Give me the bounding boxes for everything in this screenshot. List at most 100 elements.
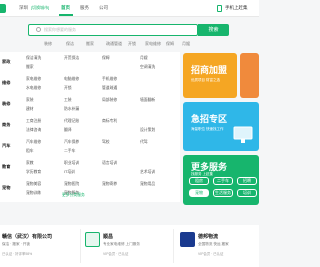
- service-pill[interactable]: 二手车: [213, 177, 233, 185]
- hot-word[interactable]: 疏通管道: [106, 41, 122, 47]
- category-item[interactable]: 保洁清洗: [26, 56, 41, 61]
- category-row: 家政 保洁清洗 开荒保洁 保姆 月嫂 搬家 空调清洗: [0, 52, 180, 73]
- phone-icon: [217, 5, 222, 12]
- category-title[interactable]: 教育: [2, 164, 10, 170]
- category-row: 装修 家装 工装 局部装修 墙面翻新 建材 防水补漏: [0, 94, 180, 115]
- category-item[interactable]: 防水补漏: [64, 107, 79, 112]
- category-item[interactable]: IT培训: [64, 170, 75, 175]
- category-title[interactable]: 汽车: [2, 143, 10, 149]
- category-row: 商务 工商注册 代理记账 商标专利 法律咨询 翻译 设计策划: [0, 115, 180, 136]
- hot-word[interactable]: 开锁: [128, 41, 136, 47]
- category-item[interactable]: 二手车: [64, 149, 75, 154]
- category-item[interactable]: 电脑维修: [64, 77, 79, 82]
- category-item[interactable]: 租车: [26, 149, 34, 154]
- nav-service[interactable]: 服务: [80, 5, 89, 11]
- monitor-icon: [233, 126, 253, 143]
- category-item[interactable]: 局部装修: [102, 98, 117, 103]
- top-bar: 深圳 [切换城市] 首页 服务 公司 手机上赶集: [0, 0, 259, 17]
- promo-card-more[interactable]: 更多服务 找服务 上赶集 租房 二手车 招聘 宠物 生活服务 培训: [183, 155, 259, 205]
- switch-city-link[interactable]: [切换城市]: [31, 5, 49, 11]
- nav-home[interactable]: 首页: [61, 5, 70, 11]
- site-logo[interactable]: [0, 4, 6, 13]
- category-item[interactable]: 手机维修: [102, 77, 117, 82]
- promo-card-urgent[interactable]: 急招专区 海量职位 快速找工作: [183, 102, 259, 151]
- company-tag: 已认证 · 好评率98%: [2, 252, 33, 256]
- more-categories-link[interactable]: 更多分类服务: [62, 193, 85, 198]
- promo-subtitle: 海量职位 快速找工作: [191, 127, 224, 131]
- category-item[interactable]: 宠物寄养: [102, 182, 117, 187]
- category-item[interactable]: 设计策划: [140, 128, 155, 133]
- category-item[interactable]: 翻译: [64, 128, 72, 133]
- category-item[interactable]: 建材: [26, 107, 34, 112]
- category-title[interactable]: 装修: [2, 101, 10, 107]
- nav-active-indicator: [59, 14, 73, 16]
- divider: [173, 229, 174, 263]
- company-logo[interactable]: [85, 232, 100, 247]
- nav-company[interactable]: 公司: [99, 5, 108, 11]
- service-pill[interactable]: 招聘: [237, 177, 257, 185]
- category-item[interactable]: 工商注册: [26, 119, 41, 124]
- category-item[interactable]: 搬家: [26, 65, 34, 70]
- category-item[interactable]: 管道疏通: [102, 86, 117, 91]
- category-item[interactable]: 驾校: [102, 140, 110, 145]
- hot-word[interactable]: 保洁: [66, 41, 74, 47]
- category-item[interactable]: 语言培训: [102, 161, 117, 166]
- category-item[interactable]: 宠物用品: [140, 182, 155, 187]
- company-name[interactable]: 德邦物流: [198, 233, 218, 240]
- category-item[interactable]: 宠物训练: [26, 191, 41, 196]
- company-desc: 保洁 · 搬家 · 开锁: [2, 242, 30, 246]
- category-row: 汽车 汽车维修 汽车保养 驾校 代驾 租车 二手车: [0, 136, 180, 157]
- category-item[interactable]: 开锁: [64, 86, 72, 91]
- category-row: 宠物 宠物美容 宠物医院 宠物寄养 宠物用品 宠物训练 宠物服务: [0, 178, 180, 199]
- category-item[interactable]: 水电维修: [26, 86, 41, 91]
- category-item[interactable]: 代理记账: [64, 119, 79, 124]
- category-item[interactable]: 开荒保洁: [64, 56, 79, 61]
- category-item[interactable]: 汽车保养: [64, 140, 79, 145]
- company-logo[interactable]: [180, 232, 195, 247]
- category-item[interactable]: 家电维修: [26, 77, 41, 82]
- category-item[interactable]: 汽车维修: [26, 140, 41, 145]
- category-title[interactable]: 商务: [2, 122, 10, 128]
- hot-word[interactable]: 保姆: [166, 41, 174, 47]
- divider: [80, 229, 81, 263]
- service-pill[interactable]: 租房: [189, 177, 209, 185]
- category-item[interactable]: 墙面翻新: [140, 98, 155, 103]
- category-item[interactable]: 月嫂: [140, 56, 148, 61]
- hot-word[interactable]: 月嫂: [182, 41, 190, 47]
- service-pill[interactable]: 生活服务: [213, 189, 233, 197]
- promo-title: 招商加盟: [191, 65, 228, 75]
- category-item[interactable]: 法律咨询: [26, 128, 41, 133]
- category-item[interactable]: 宠物医院: [64, 182, 79, 187]
- category-item[interactable]: 工装: [64, 98, 72, 103]
- category-item[interactable]: 代驾: [140, 140, 148, 145]
- hot-word[interactable]: 搬家: [86, 41, 94, 47]
- category-item[interactable]: 职业培训: [64, 161, 79, 166]
- category-item[interactable]: 商标专利: [102, 119, 117, 124]
- category-item[interactable]: 空调清洗: [140, 65, 155, 70]
- service-pill[interactable]: 培训: [237, 189, 257, 197]
- service-pill[interactable]: 宠物: [189, 189, 209, 197]
- category-item[interactable]: 宠物美容: [26, 182, 41, 187]
- category-panel: 家政 保洁清洗 开荒保洁 保姆 月嫂 搬家 空调清洗 维修 家电维修 电脑维修 …: [0, 52, 180, 202]
- category-item[interactable]: 学历教育: [26, 170, 41, 175]
- category-item[interactable]: 家装: [26, 98, 34, 103]
- promo-card-franchise[interactable]: 招商加盟 优质项目 财富之选: [183, 53, 237, 98]
- hot-word[interactable]: 装修: [44, 41, 52, 47]
- hot-word[interactable]: 家电维修: [145, 41, 161, 47]
- category-item[interactable]: 家教: [26, 161, 34, 166]
- category-item[interactable]: 保姆: [102, 56, 110, 61]
- company-name[interactable]: 赣信（武汉）有限公司: [2, 233, 52, 240]
- mobile-link[interactable]: 手机上赶集: [225, 5, 248, 11]
- promo-subtitle: 优质项目 财富之选: [191, 78, 220, 82]
- company-name[interactable]: 顺昌: [103, 233, 113, 240]
- company-tag: VIP会员 · 已认证: [103, 252, 129, 256]
- search-input[interactable]: 搜索你想要的服务: [44, 27, 76, 33]
- promo-card-partial[interactable]: [240, 53, 259, 98]
- search-button[interactable]: 搜索: [198, 24, 229, 36]
- category-item[interactable]: 艺术培训: [140, 170, 155, 175]
- category-title[interactable]: 宠物: [2, 185, 10, 191]
- category-row: 维修 家电维修 电脑维修 手机维修 水电维修 开锁 管道疏通: [0, 73, 180, 94]
- category-title[interactable]: 家政: [2, 59, 10, 65]
- category-title[interactable]: 维修: [2, 80, 10, 86]
- city-label: 深圳: [19, 5, 28, 10]
